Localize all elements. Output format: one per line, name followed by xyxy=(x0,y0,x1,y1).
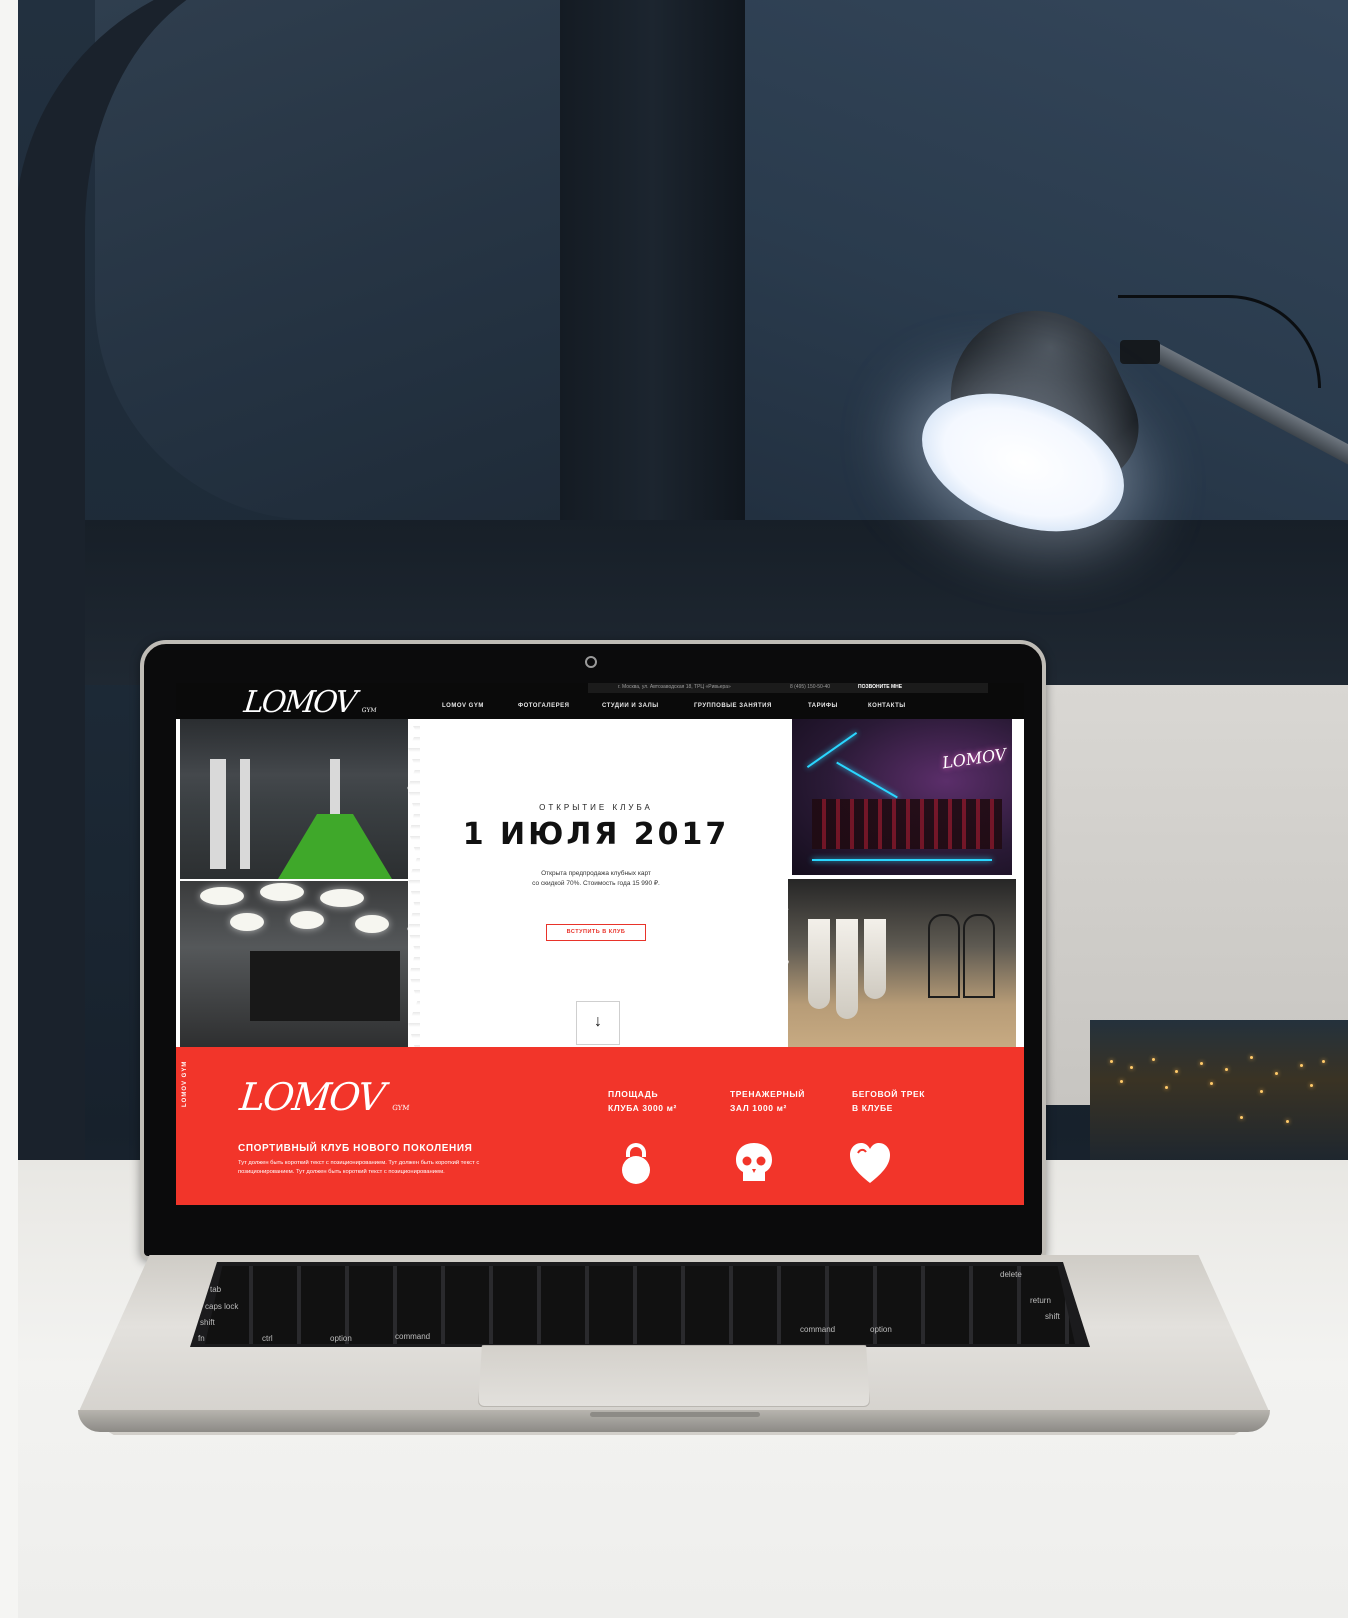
stat-running-track-line2: В КЛУБЕ xyxy=(852,1103,893,1113)
callback-button[interactable]: ПОЗВОНИТЕ МНЕ xyxy=(858,684,902,690)
stat-club-area-line1: ПЛОЩАДЬ xyxy=(608,1089,659,1099)
gym-photo-lobby xyxy=(180,881,408,1047)
gym-photo-turf xyxy=(180,719,408,879)
stat-gym-area: ТРЕНАЖЕРНЫЙ ЗАЛ 1000 м² xyxy=(730,1087,805,1115)
hero-subtext-line1: Открыта предпродажа клубных карт xyxy=(541,870,651,877)
key-delete: delete xyxy=(1000,1270,1022,1279)
join-club-button[interactable]: ВСТУПИТЬ В КЛУБ xyxy=(546,924,646,941)
about-section: LOMOV GYM LOMOV GYM СПОРТИВНЫЙ КЛУБ НОВО… xyxy=(176,1047,1024,1205)
nav-item-gallery[interactable]: ФОТОГАЛЕРЕЯ xyxy=(518,703,569,709)
key-option-right: option xyxy=(870,1325,892,1334)
phone-link[interactable]: 8 (495) 150-50-40 xyxy=(790,684,830,690)
key-ctrl: ctrl xyxy=(262,1334,273,1343)
site-logo[interactable]: LOMOV GYM xyxy=(242,685,379,720)
hero-section: LOMOV ОТКРЫТИЕ КЛУБА 1 ИЮЛЯ 2017 Открыта… xyxy=(176,719,1024,1047)
lamp-joint xyxy=(1120,340,1160,364)
stat-club-area-line2: КЛУБА 3000 м² xyxy=(608,1103,677,1113)
skull-icon xyxy=(730,1139,778,1187)
nav-item-contacts[interactable]: КОНТАКТЫ xyxy=(868,703,906,709)
address-text: г. Москва, ул. Автозаводская 18, ТРЦ «Ри… xyxy=(618,684,731,690)
trackpad xyxy=(478,1345,870,1407)
about-title: СПОРТИВНЫЙ КЛУБ НОВОГО ПОКОЛЕНИЯ xyxy=(238,1143,473,1154)
key-shift-left: shift xyxy=(200,1318,215,1327)
main-nav: LOMOV GYM ФОТОГАЛЕРЕЯ СТУДИИ И ЗАЛЫ ГРУП… xyxy=(442,703,1002,715)
key-fn: fn xyxy=(198,1334,205,1343)
gym-photo-cycle-studio: LOMOV xyxy=(792,719,1012,875)
scroll-down-button[interactable]: ↓ xyxy=(576,1001,620,1045)
studio-wall-logo: LOMOV xyxy=(940,744,1008,773)
city-lights xyxy=(1090,1020,1348,1170)
laptop-screen: LOMOV GYM г. Москва, ул. Автозаводская 1… xyxy=(176,683,1024,1205)
hero-kicker: ОТКРЫТИЕ КЛУБА xyxy=(539,803,653,812)
vertical-brand-label: LOMOV GYM xyxy=(182,1060,188,1107)
key-return: return xyxy=(1030,1296,1051,1305)
about-logo: LOMOV GYM xyxy=(238,1075,413,1119)
site-header: LOMOV GYM г. Москва, ул. Автозаводская 1… xyxy=(176,683,1024,720)
top-info-bar: г. Москва, ул. Автозаводская 18, ТРЦ «Ри… xyxy=(588,683,988,693)
about-body: Тут должен быть короткий текст с позицио… xyxy=(238,1160,480,1175)
stat-gym-area-line2: ЗАЛ 1000 м² xyxy=(730,1103,787,1113)
site-logo-text: LOMOV xyxy=(242,685,357,720)
gym-photo-aerial-studio xyxy=(788,879,1016,1047)
key-command-left: command xyxy=(395,1332,431,1341)
webcam xyxy=(585,656,597,668)
photo-scene: LOMOV GYM г. Москва, ул. Автозаводская 1… xyxy=(0,0,1348,1618)
nav-item-group-classes[interactable]: ГРУППОВЫЕ ЗАНЯТИЯ xyxy=(694,703,772,709)
image-border xyxy=(0,0,18,1618)
stat-running-track-line1: БЕГОВОЙ ТРЕК xyxy=(852,1089,926,1099)
nav-item-lomov-gym[interactable]: LOMOV GYM xyxy=(442,703,484,709)
nav-item-studios[interactable]: СТУДИИ И ЗАЛЫ xyxy=(602,703,659,709)
hero-subtext: Открыта предпродажа клубных карт со скид… xyxy=(420,869,772,889)
key-tab: tab xyxy=(210,1285,222,1294)
about-logo-text: LOMOV xyxy=(237,1075,386,1119)
nav-item-tariffs[interactable]: ТАРИФЫ xyxy=(808,703,838,709)
heart-icon xyxy=(846,1139,894,1187)
stat-running-track: БЕГОВОЙ ТРЕК В КЛУБЕ xyxy=(852,1087,925,1115)
site-logo-sub: GYM xyxy=(361,707,377,714)
hero-subtext-line2: со скидкой 70%. Стоимость года 15 990 ₽. xyxy=(532,880,660,887)
arrow-down-icon: ↓ xyxy=(594,1013,602,1030)
stat-club-area: ПЛОЩАДЬ КЛУБА 3000 м² xyxy=(608,1087,677,1115)
lid-notch xyxy=(590,1412,760,1417)
hero-headline: 1 ИЮЛЯ 2017 xyxy=(462,817,730,852)
key-option-left: option xyxy=(330,1334,352,1343)
stat-gym-area-line1: ТРЕНАЖЕРНЫЙ xyxy=(730,1089,805,1099)
key-caps-lock: caps lock xyxy=(205,1302,239,1311)
about-logo-sub: GYM xyxy=(391,1104,410,1112)
key-command-right: command xyxy=(800,1325,836,1334)
key-shift-right: shift xyxy=(1045,1312,1060,1321)
keyboard-keys xyxy=(205,1266,1075,1344)
kettlebell-icon xyxy=(612,1139,660,1187)
